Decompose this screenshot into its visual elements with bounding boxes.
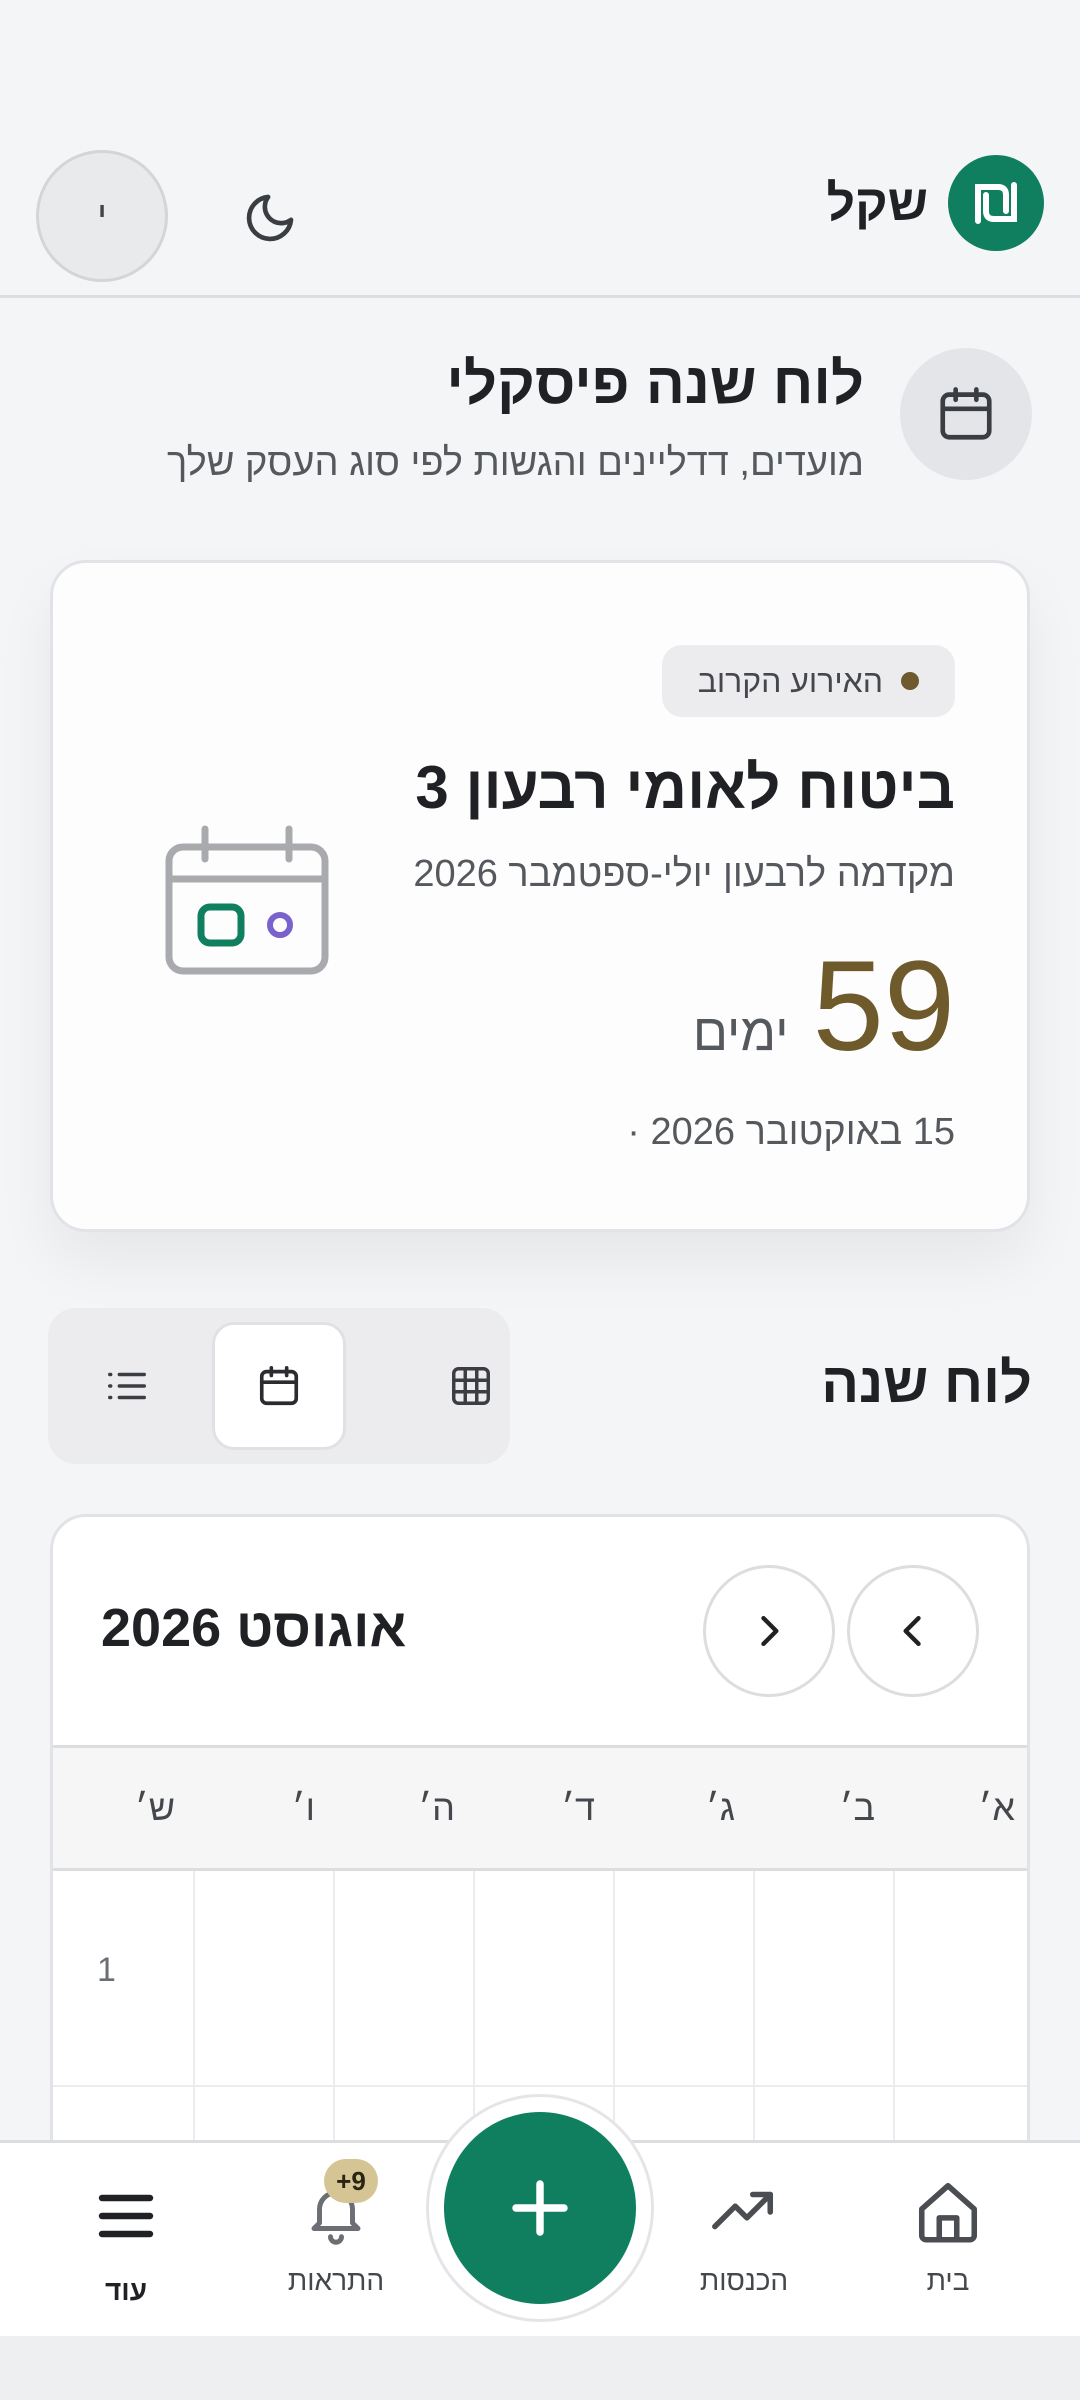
calendar-icon — [259, 1365, 299, 1406]
day-cell[interactable] — [333, 1871, 473, 2087]
grid-icon — [452, 1367, 490, 1405]
weekday-label: ד׳ — [561, 1787, 595, 1828]
nav-label-notifications: התראות — [287, 2265, 385, 2296]
next-event-card[interactable]: האירוע הקרוב ביטוח לאומי רבעון 3 מקדמה ל… — [50, 560, 1030, 1232]
next-month-button[interactable] — [703, 1565, 835, 1697]
view-calendar-button[interactable] — [212, 1322, 346, 1450]
weekday-label: ב׳ — [839, 1787, 875, 1828]
next-event-badge: האירוע הקרוב — [661, 645, 955, 717]
nav-item-notifications[interactable]: +9 התראות — [246, 2143, 426, 2339]
month-label: אוגוסט 2026 — [101, 1598, 407, 1658]
prev-month-button[interactable] — [847, 1565, 979, 1697]
theme-toggle-button[interactable] — [232, 180, 308, 256]
nav-item-home[interactable]: בית — [858, 2143, 1038, 2339]
day-cell[interactable] — [473, 1871, 613, 2087]
avatar-initial: י — [97, 194, 107, 237]
nav-label-more: עוד — [104, 2275, 148, 2306]
notifications-count-badge: +9 — [324, 2159, 378, 2203]
list-icon — [108, 1372, 146, 1400]
weekday-label: ה׳ — [418, 1787, 455, 1828]
badge-dot-icon — [901, 672, 919, 690]
year-calendar-title: לוח שנה — [821, 1351, 1032, 1414]
days-unit: ימים — [692, 1004, 789, 1062]
next-event-badge-label: האירוע הקרוב — [697, 662, 883, 699]
weekday-header: א׳ ב׳ ג׳ ד׳ ה׳ ו׳ ש׳ — [53, 1745, 1027, 1871]
weekday-label: א׳ — [978, 1787, 1015, 1828]
weekday-label: ש׳ — [134, 1787, 175, 1828]
chevron-left-icon — [903, 1615, 921, 1647]
plus-icon — [512, 2180, 568, 2236]
menu-icon — [96, 2171, 156, 2261]
days-count: 59 — [812, 935, 955, 1078]
trending-up-icon — [709, 2167, 779, 2257]
page-title-calendar-icon — [900, 348, 1032, 480]
day-number: 1 — [97, 1951, 116, 1989]
moon-icon — [246, 194, 294, 242]
weekday-label: ו׳ — [291, 1787, 315, 1828]
weekday-label: ג׳ — [705, 1787, 735, 1828]
day-cell[interactable] — [753, 1871, 893, 2087]
brand-name: שקל — [826, 175, 928, 231]
brand[interactable]: שקל — [826, 155, 1044, 251]
app-header: שקל י — [0, 0, 1080, 298]
day-cell[interactable] — [893, 1871, 1027, 2087]
view-list-button[interactable] — [60, 1322, 194, 1450]
chevron-right-icon — [761, 1615, 779, 1647]
system-gesture-bar — [0, 2336, 1080, 2400]
add-button[interactable] — [444, 2112, 636, 2304]
nav-item-income[interactable]: הכנסות — [654, 2143, 834, 2339]
calendar-illustration-icon — [163, 825, 333, 975]
view-switcher — [48, 1308, 510, 1464]
page-subtitle: מועדים, דדליינים והגשות לפי סוג העסק שלך — [167, 442, 864, 484]
view-grid-button[interactable] — [404, 1322, 538, 1450]
nav-label-income: הכנסות — [699, 2265, 789, 2296]
next-event-date: 15 באוקטובר 2026 · — [627, 1111, 955, 1153]
next-event-description: מקדמה לרבעון יולי-ספטמבר 2026 — [413, 853, 955, 895]
avatar[interactable]: י — [36, 150, 168, 282]
next-event-title: ביטוח לאומי רבעון 3 — [415, 754, 955, 821]
home-icon — [913, 2167, 983, 2257]
nav-label-home: בית — [926, 2265, 970, 2296]
days-countdown: 59 ימים — [693, 943, 955, 1071]
day-cell[interactable]: 1 — [53, 1871, 193, 2087]
page-title: לוח שנה פיסקלי — [446, 351, 864, 416]
nav-item-more[interactable]: עוד — [36, 2143, 216, 2339]
day-cell[interactable] — [613, 1871, 753, 2087]
shekel-logo-icon — [948, 155, 1044, 251]
day-cell[interactable] — [193, 1871, 333, 2087]
